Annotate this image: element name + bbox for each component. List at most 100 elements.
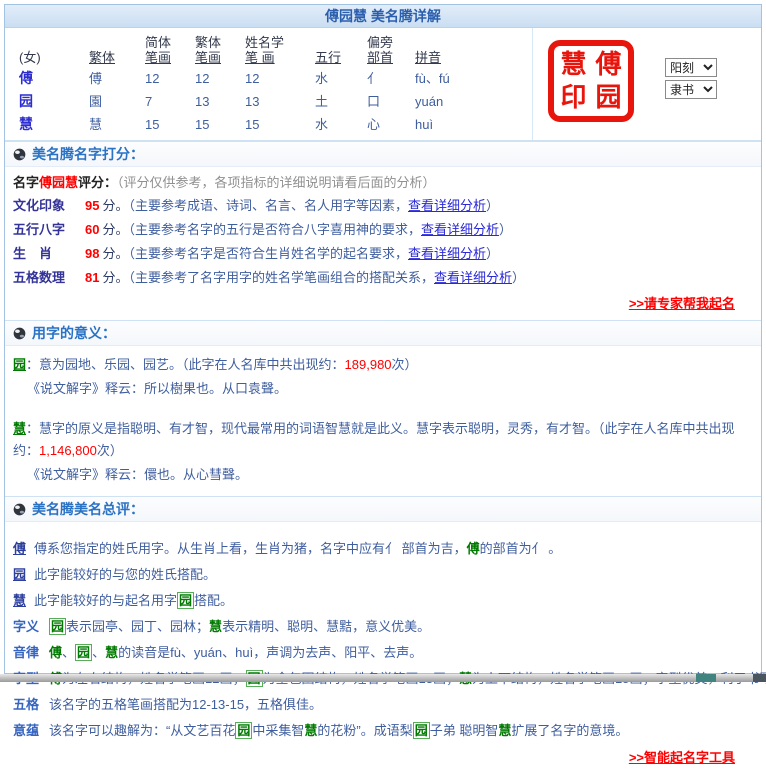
- col-pinyin[interactable]: 拼音: [415, 50, 481, 66]
- score-desc-tail: ）: [486, 246, 499, 261]
- five-element: 水: [315, 68, 359, 89]
- traditional-strokes: 12: [195, 68, 237, 89]
- summary-label: 音律: [13, 645, 39, 660]
- strip-dark-segment: [753, 674, 766, 682]
- radical: 口: [367, 91, 407, 112]
- meaning-body: 园：意为园地、乐园、园艺。（此字在人名库中共出现约：189,980次） 《说文解…: [5, 346, 761, 496]
- detail-analysis-link[interactable]: 查看详细分析: [434, 270, 512, 285]
- summary-char-link[interactable]: 慧: [13, 593, 26, 608]
- section-header: 用字的意义：: [5, 321, 761, 346]
- summary-text: 此字能较好的与起名用字园搭配。: [34, 592, 233, 609]
- score-label: 生 肖: [13, 242, 85, 266]
- scoring-body: 名字傅园慧评分：（评分仅供参考，各项指标的详细说明请看后面的分析） 文化印象95…: [5, 167, 761, 320]
- score-label: 文化印象: [13, 194, 85, 218]
- summary-label: 字义: [13, 619, 39, 634]
- globe-icon: [13, 148, 26, 161]
- score-value: 98: [85, 246, 99, 261]
- summary-char-link[interactable]: 傅: [13, 541, 26, 556]
- name-detail-panel: 傅园慧 美名腾详解 (女) 繁体 简体笔画 繁体笔画 姓名学笔 画 五行 偏旁部…: [4, 4, 762, 674]
- seal-carve-select[interactable]: 阳刻: [665, 58, 717, 77]
- summary-text: 该名字可以趣解为：“从文艺百花园中采集智慧的花粉”。成语梨园子弟 聪明智慧扩展了…: [49, 722, 628, 739]
- section-header: 美名腾名字打分：: [5, 142, 761, 167]
- section-header: 美名腾美名总评：: [5, 497, 761, 522]
- name-char-link[interactable]: 傅: [19, 68, 81, 89]
- meaning-char-link[interactable]: 园: [13, 357, 26, 372]
- five-element: 水: [315, 114, 359, 135]
- col-traditional[interactable]: 繁体: [89, 50, 137, 66]
- name-character-table: (女) 繁体 简体笔画 繁体笔画 姓名学笔 画 五行 偏旁部首 拼音 傅 傅 1…: [15, 34, 485, 136]
- summary-char-link[interactable]: 园: [13, 567, 26, 582]
- detail-analysis-link[interactable]: 查看详细分析: [408, 198, 486, 213]
- score-row-zodiac: 生 肖98分。（主要参考名字是否符合生肖姓名学的起名要求，查看详细分析）: [13, 242, 753, 266]
- score-label: 五格数理: [13, 266, 85, 290]
- col-traditional-strokes-l1: 繁体: [195, 35, 237, 50]
- col-traditional-strokes[interactable]: 笔画: [195, 50, 237, 66]
- name-char-link[interactable]: 慧: [19, 114, 81, 135]
- summary-label: 五格: [13, 697, 39, 712]
- score-desc: （主要参考名字的五行是否符合八字喜用神的要求，: [128, 222, 421, 237]
- score-unit: 分。: [102, 222, 128, 237]
- col-simplified-strokes-l1: 简体: [145, 35, 187, 50]
- table-row: 傅 傅 12 12 12 水 亻 fù、fú: [15, 67, 485, 90]
- summary-body: 傅傅系您指定的姓氏用字。从生肖上看，生肖为猪，名字中应有亻 部首为吉，傅的部首为…: [5, 522, 761, 772]
- summary-label-line: 五格该名字的五格笔画搭配为12-13-15，五格俱佳。: [13, 692, 753, 718]
- xingming-strokes: 12: [245, 68, 307, 89]
- pinyin: yuán: [415, 91, 481, 112]
- traditional-strokes: 15: [195, 114, 237, 135]
- summary-char-line: 慧此字能较好的与起名用字园搭配。: [13, 588, 753, 614]
- tool-link-row: >>智能起名字工具: [13, 744, 753, 772]
- bottom-status-strip: [0, 674, 766, 682]
- name-info-area: (女) 繁体 简体笔画 繁体笔画 姓名学笔 画 五行 偏旁部首 拼音 傅 傅 1…: [5, 28, 761, 141]
- section-title: 美名腾美名总评：: [32, 497, 144, 521]
- summary-text: 该名字的五格笔画搭配为12-13-15，五格俱佳。: [49, 697, 322, 712]
- name-char-link[interactable]: 园: [19, 91, 81, 112]
- col-xingming-strokes-l1: 姓名学: [245, 35, 307, 50]
- detail-analysis-link[interactable]: 查看详细分析: [421, 222, 499, 237]
- summary-text: 园表示园亭、园丁、园林；慧表示精明、聪明、慧黠，意义优美。: [49, 618, 430, 635]
- simplified-strokes: 7: [145, 91, 187, 112]
- section-title: 美名腾名字打分：: [32, 142, 144, 166]
- traditional-strokes: 13: [195, 91, 237, 112]
- score-label: 五行八字: [13, 218, 85, 242]
- ask-expert-link[interactable]: >>请专家帮我起名: [629, 296, 735, 311]
- expert-link-row: >>请专家帮我起名: [13, 290, 753, 318]
- col-radical[interactable]: 部首: [367, 50, 407, 66]
- score-unit: 分。: [102, 246, 128, 261]
- page-title: 傅园慧 美名腾详解: [5, 5, 761, 28]
- score-value: 95: [85, 198, 99, 213]
- smart-naming-tool-link[interactable]: >>智能起名字工具: [629, 750, 735, 765]
- strip-teal-segment: [696, 674, 716, 682]
- seal-char: 园: [595, 83, 621, 113]
- seal-font-select[interactable]: 隶书: [665, 80, 717, 99]
- col-radical-l1: 偏旁: [367, 35, 407, 50]
- score-value: 60: [85, 222, 99, 237]
- seal-char: 傅: [595, 50, 621, 80]
- col-xingming-strokes[interactable]: 笔 画: [245, 50, 307, 66]
- shuowen-quote: 《说文解字》释云：所以樹果也。从口袁聲。: [27, 378, 753, 400]
- radical: 亻: [367, 68, 407, 89]
- meaning-entry: 园：意为园地、乐园、园艺。（此字在人名库中共出现约：189,980次）: [13, 354, 753, 376]
- section-name-scoring: 美名腾名字打分： 名字傅园慧评分：（评分仅供参考，各项指标的详细说明请看后面的分…: [5, 141, 761, 320]
- traditional-char: 園: [89, 91, 137, 112]
- score-desc: （主要参考成语、诗词、名言、名人用字等因素，: [128, 198, 408, 213]
- summary-label-line: 音律傅、园、慧的读音是fù、yuán、huì，声调为去声、阳平、去声。: [13, 640, 753, 666]
- table-row: 园 園 7 13 13 土 口 yuán: [15, 90, 485, 113]
- meaning-char-link[interactable]: 慧: [13, 421, 26, 436]
- score-row-bazi: 五行八字60分。（主要参考名字的五行是否符合八字喜用神的要求，查看详细分析）: [13, 218, 753, 242]
- pinyin: fù、fú: [415, 68, 481, 89]
- summary-label-line: 意蕴该名字可以趣解为：“从文艺百花园中采集智慧的花粉”。成语梨园子弟 聪明智慧扩…: [13, 718, 753, 744]
- radical: 心: [367, 114, 407, 135]
- col-simplified-strokes[interactable]: 笔画: [145, 50, 187, 66]
- score-desc-tail: ）: [512, 270, 525, 285]
- summary-char-line: 园此字能较好的与您的姓氏搭配。: [13, 562, 753, 588]
- globe-icon: [13, 327, 26, 340]
- col-five-elements[interactable]: 五行: [315, 50, 359, 66]
- pinyin: huì: [415, 114, 481, 135]
- summary-char-line: 傅傅系您指定的姓氏用字。从生肖上看，生肖为猪，名字中应有亻 部首为吉，傅的部首为…: [13, 536, 753, 562]
- table-header-row: (女) 繁体 简体笔画 繁体笔画 姓名学笔 画 五行 偏旁部首 拼音: [15, 34, 485, 67]
- detail-analysis-link[interactable]: 查看详细分析: [408, 246, 486, 261]
- meaning-text: ：慧字的原义是指聪明、有才智，现代最常用的词语智慧就是此义。慧字表示聪明，灵秀，…: [13, 421, 735, 458]
- shuowen-quote: 《说文解字》释云：儇也。从心彗聲。: [27, 464, 753, 486]
- globe-icon: [13, 503, 26, 516]
- gender-label: (女): [19, 50, 81, 66]
